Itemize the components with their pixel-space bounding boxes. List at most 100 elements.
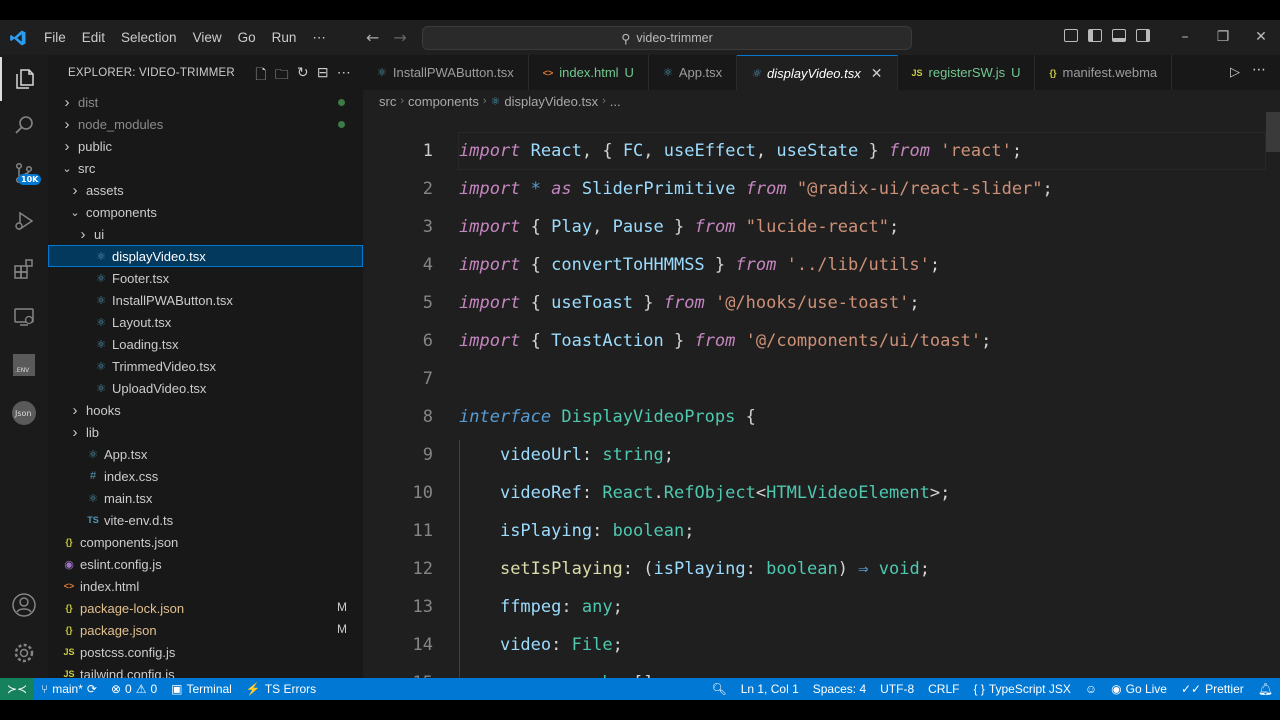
tree-file[interactable]: ⚛ Layout.tsx [48, 311, 363, 333]
tab-registersw-js[interactable]: JS registerSW.js U [898, 55, 1036, 90]
tree-file[interactable]: ⚛ Loading.tsx [48, 333, 363, 355]
tree-file[interactable]: ⚛ App.tsx [48, 443, 363, 465]
tree-folder[interactable]: › hooks [48, 399, 363, 421]
back-arrow-icon[interactable]: ← [366, 28, 379, 47]
new-file-icon[interactable]: 🗋 [255, 64, 266, 88]
tab-installpwabutton-tsx[interactable]: ⚛ InstallPWAButton.tsx [363, 55, 529, 90]
more-actions-icon[interactable]: ⋯ [337, 64, 351, 88]
tree-folder[interactable]: › lib [48, 421, 363, 443]
tree-folder[interactable]: › node_modules [48, 113, 363, 135]
breadcrumb-item[interactable]: ... [610, 94, 621, 109]
minimize-icon[interactable]: – [1166, 20, 1204, 55]
code-token: from [745, 179, 787, 199]
editor-scrollbar[interactable] [1266, 112, 1280, 152]
menu-item-file[interactable]: File [36, 20, 74, 55]
customize-layout-icon[interactable] [1064, 29, 1078, 42]
menu-item-go[interactable]: Go [230, 20, 264, 55]
toggle-secondary-sidebar-icon[interactable] [1136, 29, 1150, 42]
cursor-position[interactable]: Ln 1, Col 1 [734, 682, 806, 696]
tree-file[interactable]: ⚛ main.tsx [48, 487, 363, 509]
code-editor[interactable]: 1 import React, { FC, useEffect, useState… [363, 112, 1280, 678]
breadcrumb-item[interactable]: components [408, 94, 479, 109]
run-play-icon[interactable]: ▷ [1230, 65, 1240, 80]
tree-file[interactable]: <> index.html [48, 575, 363, 597]
zoom-status[interactable]: 🔍︎ [704, 682, 733, 696]
menu-item-selection[interactable]: Selection [113, 20, 185, 55]
vscode-logo-icon [0, 20, 36, 55]
indent-guide [459, 440, 460, 678]
tree-file[interactable]: ⚛ displayVideo.tsx [48, 245, 363, 267]
copilot-status[interactable]: ☺ [1078, 682, 1104, 696]
tree-file[interactable]: {} package-lock.json M [48, 597, 363, 619]
dotenv-activity[interactable]: .ENV [0, 343, 48, 387]
encoding-status[interactable]: UTF-8 [873, 682, 921, 696]
tree-file[interactable]: # index.css [48, 465, 363, 487]
menu-item-more[interactable]: ⋯ [304, 20, 334, 55]
tree-file[interactable]: {} package.json M [48, 619, 363, 641]
menu-item-run[interactable]: Run [264, 20, 305, 55]
tree-file[interactable]: ⚛ InstallPWAButton.tsx [48, 289, 363, 311]
json-activity[interactable]: Json [0, 391, 48, 435]
breadcrumb-item[interactable]: src [379, 94, 396, 109]
tab-index-html[interactable]: <> index.html U [529, 55, 649, 90]
remote-explorer-activity[interactable] [0, 295, 48, 339]
search-activity[interactable] [0, 103, 48, 147]
close-tab-icon[interactable]: ✕ [871, 65, 883, 82]
tree-folder[interactable]: › assets [48, 179, 363, 201]
tree-file[interactable]: ⚛ Footer.tsx [48, 267, 363, 289]
tree-file[interactable]: {} components.json [48, 531, 363, 553]
tree-folder[interactable]: › dist [48, 91, 363, 113]
tree-file[interactable]: ◉ eslint.config.js [48, 553, 363, 575]
forward-arrow-icon[interactable]: → [393, 28, 406, 47]
indentation-status[interactable]: Spaces: 4 [806, 682, 873, 696]
toggle-panel-icon[interactable] [1112, 29, 1126, 42]
source-control-activity[interactable]: 10K [0, 151, 48, 195]
go-live-status[interactable]: ◉ Go Live [1104, 682, 1174, 696]
ts-errors-status[interactable]: ⚡ TS Errors [239, 682, 323, 696]
collapse-all-icon[interactable]: ⊟ [317, 64, 329, 88]
menu-item-view[interactable]: View [185, 20, 230, 55]
editor-more-icon[interactable]: ⋯ [1252, 62, 1266, 78]
extensions-activity[interactable] [0, 247, 48, 291]
code-text: interface DisplayVideoProps { [459, 407, 756, 427]
eol-status[interactable]: CRLF [921, 682, 966, 696]
tree-folder[interactable]: › public [48, 135, 363, 157]
code-token: React [602, 483, 654, 503]
tree-file[interactable]: JS tailwind.config.js [48, 663, 363, 679]
command-center-search[interactable]: ⚲ video-trimmer [422, 26, 912, 50]
close-window-icon[interactable]: ✕ [1242, 20, 1280, 55]
language-status[interactable]: { } TypeScript JSX [966, 682, 1077, 696]
tree-file[interactable]: JS postcss.config.js [48, 641, 363, 663]
tree-folder[interactable]: ⌄ src [48, 157, 363, 179]
explorer-activity[interactable] [0, 57, 48, 101]
code-token: 'react' [940, 141, 1012, 161]
tree-item-label: Footer.tsx [112, 270, 170, 286]
refresh-icon[interactable]: ↻ [297, 64, 309, 88]
problems-status[interactable]: ⊗ 0 ⚠ 0 [104, 682, 164, 696]
breadcrumb-item[interactable]: displayVideo.tsx [504, 94, 598, 109]
tab-manifest-webma[interactable]: {} manifest.webma [1035, 55, 1173, 90]
restore-icon[interactable]: ❐ [1204, 20, 1242, 55]
tree-file[interactable]: ⚛ UploadVideo.tsx [48, 377, 363, 399]
manage-activity[interactable] [0, 631, 48, 675]
tree-folder[interactable]: ⌄ components [48, 201, 363, 223]
new-folder-icon[interactable]: 🗀 [275, 64, 289, 88]
tab-displayvideo-tsx[interactable]: ⚛ displayVideo.tsx ✕ [737, 55, 898, 90]
prettier-status[interactable]: ✓✓ Prettier [1174, 682, 1251, 696]
tree-file[interactable]: TS vite-env.d.ts [48, 509, 363, 531]
remote-indicator[interactable]: ≻≺ [0, 678, 34, 700]
vscode-window: File Edit Selection View Go Run ⋯ ← → ⚲ video-… [0, 20, 1280, 700]
branch-status[interactable]: ⑂ main* ⟳ [34, 682, 104, 696]
notifications-status[interactable]: 🔔︎ [1251, 682, 1280, 696]
tree-folder[interactable]: › ui [48, 223, 363, 245]
run-debug-activity[interactable] [0, 199, 48, 243]
tree-file[interactable]: ⚛ TrimmedVideo.tsx [48, 355, 363, 377]
toggle-sidebar-icon[interactable] [1088, 29, 1102, 42]
terminal-status[interactable]: ▣ Terminal [164, 682, 239, 696]
code-token: } [704, 255, 736, 275]
accounts-activity[interactable] [0, 583, 48, 627]
title-bar: File Edit Selection View Go Run ⋯ ← → ⚲ video-… [0, 20, 1280, 55]
tree-item-label: TrimmedVideo.tsx [112, 358, 217, 374]
tab-app-tsx[interactable]: ⚛ App.tsx [649, 55, 738, 90]
menu-item-edit[interactable]: Edit [74, 20, 113, 55]
